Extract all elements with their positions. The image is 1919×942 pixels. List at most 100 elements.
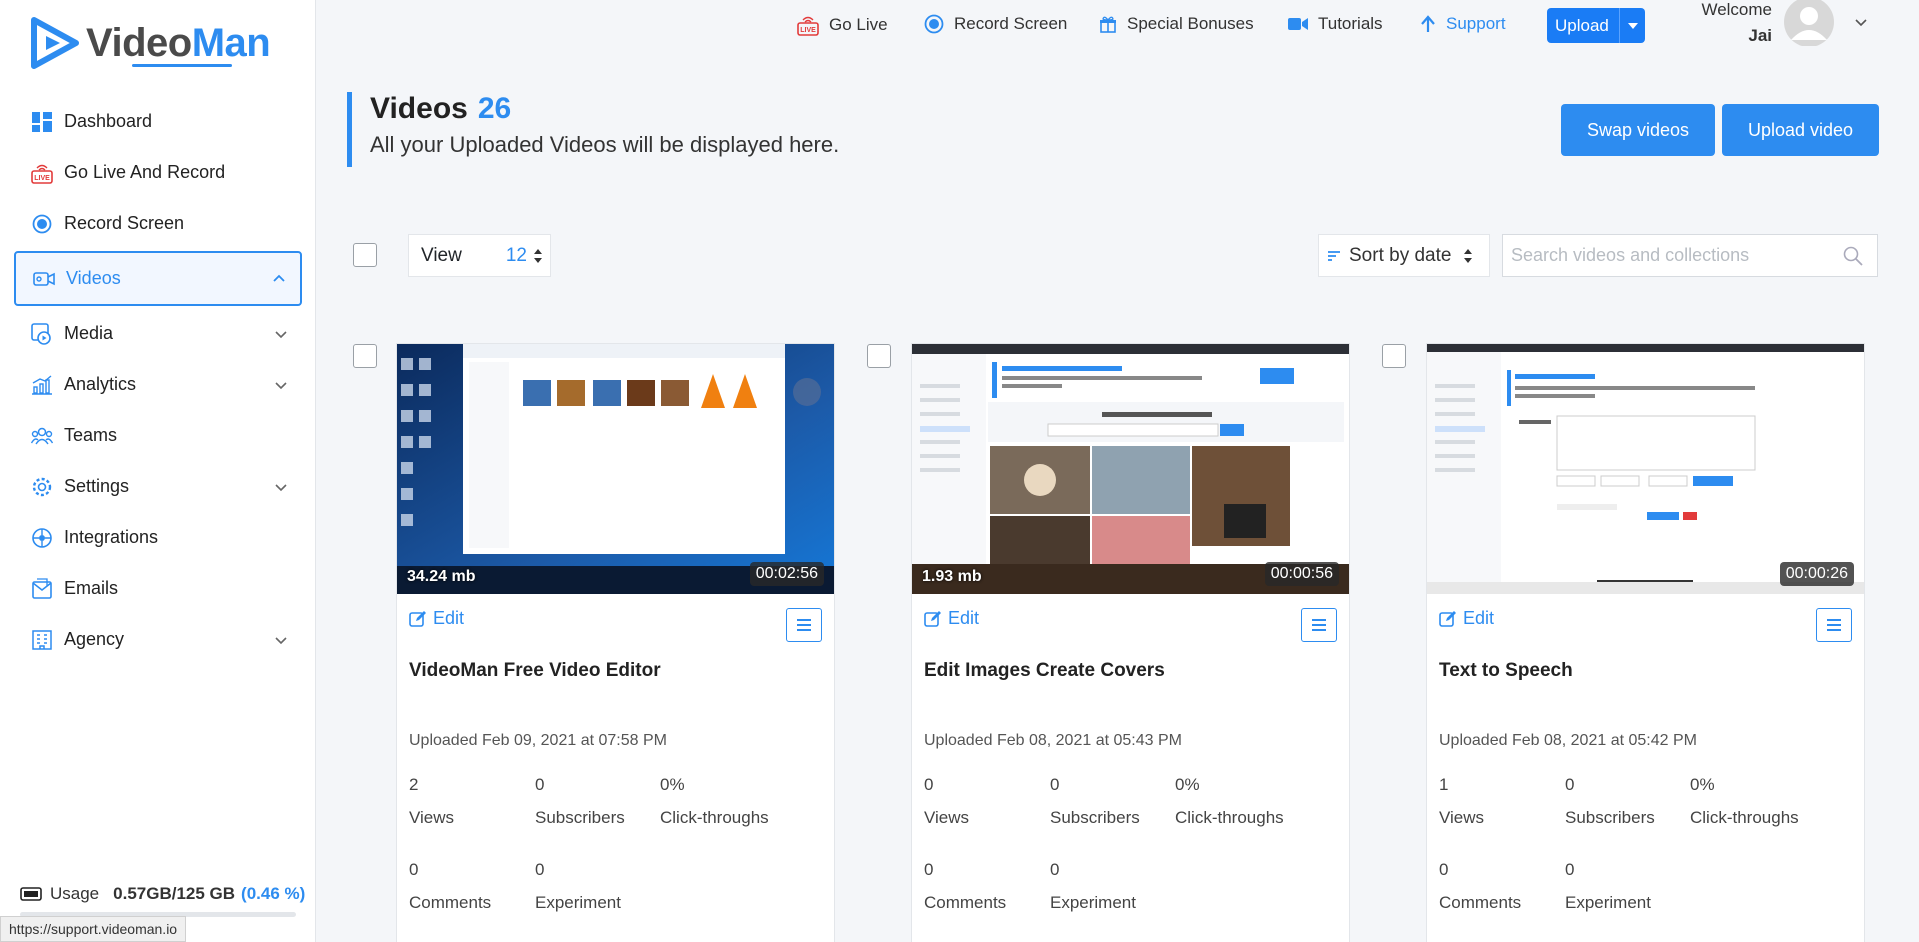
sidebar-item-settings[interactable]: Settings bbox=[14, 461, 302, 512]
top-special-bonuses-link[interactable]: Special Bonuses bbox=[1099, 14, 1254, 34]
usage-label: Usage bbox=[50, 884, 100, 903]
video-thumbnail[interactable]: 34.24 mb 00:02:56 bbox=[397, 344, 834, 594]
videoman-logo[interactable]: VideoMan bbox=[28, 16, 271, 70]
user-name: Jai bbox=[1748, 26, 1772, 45]
video-select-checkbox[interactable] bbox=[867, 344, 891, 368]
search-input[interactable] bbox=[1503, 235, 1843, 276]
updown-icon bbox=[533, 248, 543, 264]
video-menu-button[interactable] bbox=[786, 608, 822, 642]
video-upload-date: Uploaded Feb 08, 2021 at 05:43 PM bbox=[924, 732, 1182, 749]
logo-text: VideoMan bbox=[86, 20, 271, 65]
swap-videos-button[interactable]: Swap videos bbox=[1561, 104, 1715, 156]
sidebar: VideoMan Dashboard LIVE Go Live And Reco… bbox=[0, 0, 316, 942]
edit-video-link[interactable]: Edit bbox=[409, 608, 464, 629]
sidebar-item-analytics[interactable]: Analytics bbox=[14, 359, 302, 410]
avatar[interactable] bbox=[1783, 0, 1835, 47]
upload-dropdown-button[interactable]: Upload bbox=[1547, 8, 1645, 43]
arrow-up-icon bbox=[1420, 15, 1436, 33]
usage-readout: Usage 0.57GB/125 GB (0.46 %) bbox=[20, 884, 305, 904]
views-stat: 0 Views bbox=[924, 775, 970, 827]
caret-down-icon[interactable] bbox=[1619, 8, 1645, 43]
user-menu-chevron-icon[interactable] bbox=[1854, 18, 1868, 28]
edit-label: Edit bbox=[948, 608, 980, 628]
sidebar-item-integrations[interactable]: Integrations bbox=[14, 512, 302, 563]
gift-icon bbox=[1099, 15, 1117, 33]
video-thumbnail[interactable]: 00:00:26 bbox=[1427, 344, 1864, 594]
page-subtitle: All your Uploaded Videos will be display… bbox=[370, 132, 840, 157]
video-duration: 00:00:26 bbox=[1779, 562, 1854, 586]
sort-select[interactable]: Sort by date bbox=[1318, 234, 1490, 277]
sidebar-item-videos[interactable]: Videos bbox=[14, 251, 302, 306]
video-thumbnail[interactable]: 1.93 mb 00:00:56 bbox=[912, 344, 1349, 594]
sidebar-item-label: Media bbox=[64, 323, 114, 343]
video-size: 1.93 mb bbox=[922, 568, 982, 585]
video-duration: 00:00:56 bbox=[1264, 562, 1339, 586]
hamburger-icon bbox=[1311, 618, 1327, 632]
edit-label: Edit bbox=[1463, 608, 1495, 628]
svg-text:LIVE: LIVE bbox=[34, 175, 50, 182]
logo-underline bbox=[132, 64, 232, 67]
comments-stat: 0 Comments bbox=[1439, 860, 1522, 912]
view-count-select[interactable]: View 12 bbox=[408, 234, 551, 277]
edit-icon bbox=[409, 610, 427, 628]
edit-video-link[interactable]: Edit bbox=[924, 608, 979, 629]
sidebar-item-label: Teams bbox=[64, 425, 118, 445]
sidebar-item-agency[interactable]: Agency bbox=[14, 614, 302, 665]
gear-icon bbox=[30, 475, 54, 499]
views-stat: 2 Views bbox=[409, 775, 455, 827]
welcome-label: Welcome bbox=[1701, 0, 1772, 19]
chevron-down-icon bbox=[274, 325, 288, 346]
experiment-stat: 0 Experiment bbox=[535, 860, 621, 912]
select-all-checkbox[interactable] bbox=[353, 243, 377, 267]
upload-label: Upload bbox=[1555, 15, 1609, 35]
integrations-icon bbox=[30, 526, 54, 550]
sidebar-nav: Dashboard LIVE Go Live And Record Record… bbox=[14, 96, 302, 665]
top-record-screen-link[interactable]: Record Screen bbox=[924, 14, 1067, 34]
video-menu-button[interactable] bbox=[1816, 608, 1852, 642]
video-title[interactable]: VideoMan Free Video Editor bbox=[409, 660, 661, 682]
top-tutorials-link[interactable]: Tutorials bbox=[1288, 14, 1383, 34]
upload-video-button[interactable]: Upload video bbox=[1722, 104, 1879, 156]
page-header: Videos 26 All your Uploaded Videos will b… bbox=[347, 92, 839, 167]
video-title[interactable]: Text to Speech bbox=[1439, 660, 1573, 682]
chevron-up-icon bbox=[272, 270, 286, 291]
video-menu-button[interactable] bbox=[1301, 608, 1337, 642]
top-support-label: Support bbox=[1446, 14, 1506, 33]
subscribers-stat: 0 Subscribers bbox=[535, 775, 625, 827]
media-icon bbox=[30, 322, 54, 346]
sort-label: Sort by date bbox=[1349, 244, 1452, 266]
edit-icon bbox=[924, 610, 942, 628]
sidebar-item-emails[interactable]: Emails bbox=[14, 563, 302, 614]
live-icon: LIVE bbox=[797, 14, 819, 36]
chevron-down-icon bbox=[274, 631, 288, 652]
edit-video-link[interactable]: Edit bbox=[1439, 608, 1494, 629]
sidebar-item-label: Analytics bbox=[64, 374, 137, 394]
page-title: Videos 26 bbox=[370, 92, 839, 126]
sidebar-item-label: Agency bbox=[64, 629, 125, 649]
video-select-checkbox[interactable] bbox=[353, 344, 377, 368]
video-duration: 00:02:56 bbox=[749, 562, 824, 586]
video-upload-date: Uploaded Feb 09, 2021 at 07:58 PM bbox=[409, 732, 667, 749]
sidebar-item-record-screen[interactable]: Record Screen bbox=[14, 198, 302, 249]
top-support-link[interactable]: Support bbox=[1420, 14, 1506, 34]
svg-text:LIVE: LIVE bbox=[800, 27, 816, 34]
video-title[interactable]: Edit Images Create Covers bbox=[924, 660, 1165, 682]
sidebar-item-dashboard[interactable]: Dashboard bbox=[14, 96, 302, 147]
edit-icon bbox=[1439, 610, 1457, 628]
updown-icon bbox=[1463, 248, 1473, 264]
record-icon bbox=[30, 212, 54, 236]
sidebar-item-label: Emails bbox=[64, 578, 119, 598]
view-label: View bbox=[421, 244, 462, 266]
video-card: 34.24 mb 00:02:56 Edit VideoMan Free Vid… bbox=[396, 343, 835, 942]
experiment-stat: 0 Experiment bbox=[1565, 860, 1651, 912]
usage-percent: (0.46 %) bbox=[241, 884, 306, 903]
usage-value: 0.57GB/125 GB bbox=[113, 884, 236, 903]
storage-icon bbox=[20, 887, 42, 901]
video-select-checkbox[interactable] bbox=[1382, 344, 1406, 368]
search-icon[interactable] bbox=[1843, 246, 1863, 266]
top-go-live-link[interactable]: LIVE Go Live bbox=[797, 14, 888, 36]
sidebar-item-teams[interactable]: Teams bbox=[14, 410, 302, 461]
sidebar-item-go-live[interactable]: LIVE Go Live And Record bbox=[14, 147, 302, 198]
sidebar-item-media[interactable]: Media bbox=[14, 308, 302, 359]
comments-stat: 0 Comments bbox=[409, 860, 492, 912]
